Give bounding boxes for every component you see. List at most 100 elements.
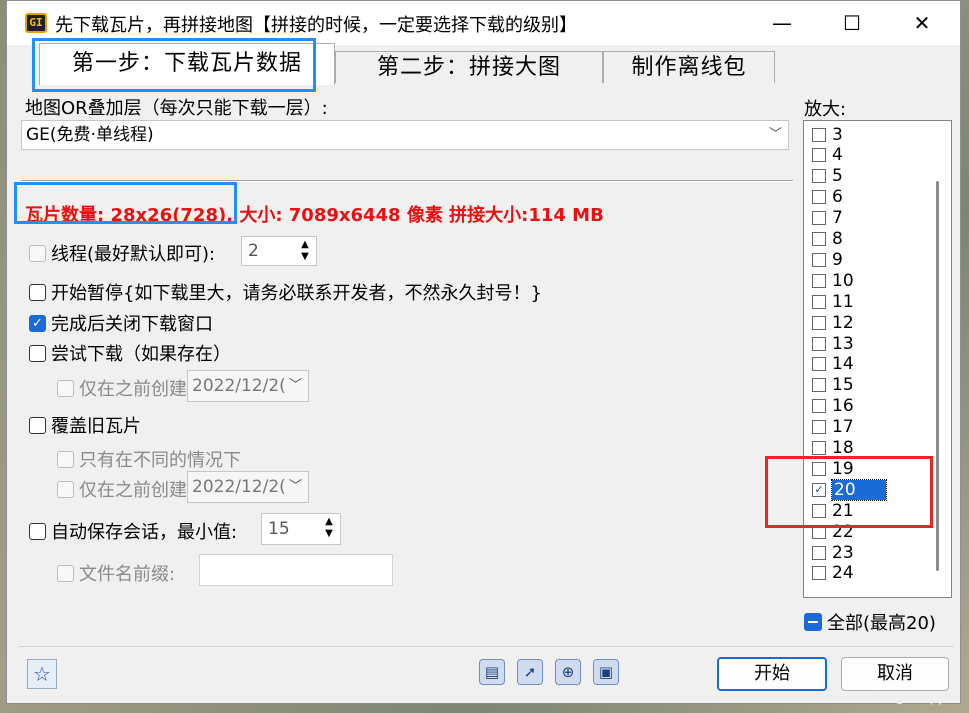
threads-label: 线程(最好默认即可):: [51, 244, 216, 265]
watermark: CSDN @sleepy-R: [855, 691, 957, 705]
try-download-checkbox[interactable]: 尝试下载（如果存在）: [29, 340, 231, 366]
zoom-level-item[interactable]: 11: [812, 291, 854, 312]
layer-select-value: GE(免费·单线程): [26, 125, 154, 145]
zoom-level-item[interactable]: 24: [812, 563, 854, 584]
checkbox-box: [812, 252, 826, 267]
close-after-checkbox[interactable]: ✓ 完成后关闭下载窗口: [29, 310, 213, 336]
start-button[interactable]: 开始: [717, 657, 827, 691]
zoom-level-item[interactable]: 3: [812, 124, 843, 145]
only-diff-checkbox[interactable]: 只有在不同的情况下: [57, 446, 241, 472]
only-before-checkbox[interactable]: 仅在之前创建: [57, 375, 187, 401]
date-before-value-2: 2022/12/2(: [192, 477, 286, 497]
highlight-box-tab: [32, 38, 316, 92]
zoom-level-item[interactable]: 10: [812, 270, 854, 291]
checkbox-box: [57, 379, 74, 397]
close-button[interactable]: ✕: [887, 1, 957, 45]
minimize-button[interactable]: —: [747, 1, 817, 45]
window-title: 先下载瓦片，再拼接地图【拼接的时候，一定要选择下载的级别】: [55, 15, 577, 36]
save-icon: ▣: [598, 663, 614, 681]
checkbox-box: [29, 416, 46, 434]
zoom-level-item[interactable]: 8: [812, 229, 843, 250]
checkbox-box: [812, 336, 826, 351]
cursor-icon: ➚: [523, 663, 537, 681]
checkbox-box: [29, 283, 46, 301]
tile-size-text: 大小: 7089x6448 像素 拼接大小:114 MB: [233, 205, 604, 226]
only-diff-label: 只有在不同的情况下: [79, 450, 241, 471]
checkbox-box: [812, 378, 826, 393]
zoom-level-item[interactable]: 14: [812, 354, 854, 375]
autosave-stepper[interactable]: 15 ▲ ▼: [261, 513, 341, 545]
zoom-level-label: 13: [832, 333, 854, 354]
zoom-level-item[interactable]: 5: [812, 166, 843, 187]
zoom-label: 放大:: [804, 99, 847, 120]
overwrite-checkbox[interactable]: 覆盖旧瓦片: [29, 412, 141, 438]
save-tool-button[interactable]: ▣: [593, 659, 619, 685]
checkbox-box: [812, 294, 826, 309]
checkbox-box: [812, 357, 826, 372]
magnifier-icon: ⊕: [561, 663, 575, 681]
stepper-arrows-icon[interactable]: ▲ ▼: [320, 516, 338, 540]
zoom-level-label: 16: [832, 396, 854, 417]
stepper-arrows-icon[interactable]: ▲ ▼: [296, 239, 314, 263]
zoom-level-label: 3: [832, 124, 843, 145]
zoom-tool-button[interactable]: ⊕: [555, 659, 581, 685]
checkbox-box: [812, 148, 826, 163]
date-before-picker[interactable]: 2022/12/2( ﹀: [187, 370, 309, 402]
zoom-level-label: 6: [832, 187, 843, 208]
zoom-level-item[interactable]: 23: [812, 542, 854, 563]
layer-select[interactable]: GE(免费·单线程) ﹀: [21, 120, 789, 150]
autosave-checkbox[interactable]: 自动保存会话，最小值:: [29, 518, 237, 544]
threads-stepper[interactable]: 2 ▲ ▼: [241, 236, 317, 266]
clipboard-icon: ▤: [484, 663, 500, 681]
zoom-level-item[interactable]: 12: [812, 312, 854, 333]
only-before-checkbox-2[interactable]: 仅在之前创建: [57, 476, 187, 502]
checkbox-box: [812, 190, 826, 205]
zoom-level-label: 7: [832, 208, 843, 229]
favorite-star-button[interactable]: ☆: [27, 659, 57, 689]
zoom-level-item[interactable]: 16: [812, 396, 854, 417]
checkbox-box: [812, 399, 826, 414]
scrollbar[interactable]: [936, 181, 939, 571]
zoom-level-item[interactable]: 17: [812, 417, 854, 438]
pause-checkbox[interactable]: 开始暂停{如下载里大，请务必联系开发者，不然永久封号！}: [29, 279, 542, 305]
bottom-toolbar: ☆ ▤ ➚ ⊕ ▣ 开始 取消: [19, 646, 954, 697]
close-after-label: 完成后关闭下载窗口: [51, 314, 213, 335]
zoom-level-label: 14: [832, 354, 854, 375]
checkbox-box: [29, 522, 46, 540]
select-all-label: 全部(最高20): [827, 613, 936, 634]
zoom-level-item[interactable]: 7: [812, 208, 843, 229]
zoom-level-item[interactable]: 15: [812, 375, 854, 396]
prefix-checkbox[interactable]: 文件名前缀:: [57, 560, 175, 586]
zoom-level-item[interactable]: 4: [812, 145, 843, 166]
pause-label: 开始暂停{如下载里大，请务必联系开发者，不然永久封号！}: [51, 283, 542, 304]
checkbox-box: [57, 564, 74, 582]
zoom-level-item[interactable]: 6: [812, 187, 843, 208]
check-icon: ✓: [29, 314, 46, 332]
checkbox-box: [812, 169, 826, 184]
checkbox-box: [812, 273, 826, 288]
overwrite-label: 覆盖旧瓦片: [51, 416, 141, 437]
cancel-button[interactable]: 取消: [841, 657, 949, 691]
clipboard-tool-button[interactable]: ▤: [479, 659, 505, 685]
layer-label: 地图OR叠加层（每次只能下载一层）:: [25, 98, 328, 119]
threads-checkbox[interactable]: 线程(最好默认即可):: [29, 240, 215, 266]
tab-offline-package[interactable]: 制作离线包: [603, 51, 775, 83]
zoom-level-item[interactable]: 9: [812, 249, 843, 270]
indeterminate-icon: [804, 613, 822, 631]
checkbox-box: [57, 480, 74, 498]
autosave-value: 15: [268, 519, 290, 539]
highlight-box-zoom-level: [765, 456, 933, 528]
zoom-level-label: 15: [832, 375, 854, 396]
zoom-level-label: 10: [832, 270, 854, 291]
zoom-level-item[interactable]: 13: [812, 333, 854, 354]
date-before-picker-2[interactable]: 2022/12/2( ﹀: [187, 471, 309, 503]
checkbox-box: [812, 232, 826, 246]
select-tool-button[interactable]: ➚: [517, 659, 543, 685]
tab-stitch-map[interactable]: 第二步：拼接大图: [335, 51, 603, 83]
prefix-input[interactable]: [199, 554, 393, 586]
select-all-checkbox[interactable]: 全部(最高20): [804, 609, 936, 635]
maximize-button[interactable]: ☐: [817, 1, 887, 45]
zoom-level-label: 17: [832, 417, 854, 438]
highlight-box-tile-count: [14, 182, 237, 224]
only-before-label: 仅在之前创建: [79, 379, 187, 400]
